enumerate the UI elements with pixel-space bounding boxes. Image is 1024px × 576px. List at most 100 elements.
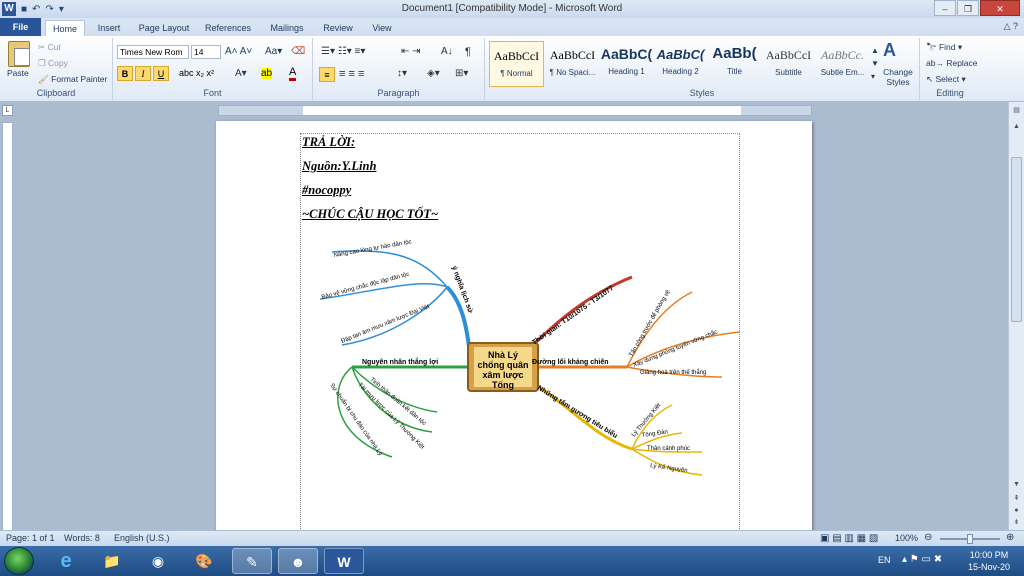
- italic-button[interactable]: I: [135, 66, 151, 81]
- doc-line-answer[interactable]: TRẢ LỜI:: [302, 135, 355, 150]
- format-painter-button[interactable]: 🖌 Format Painter: [38, 74, 107, 85]
- zoom-out-icon[interactable]: ⊖: [924, 532, 932, 543]
- guong-item-4: Lý Kế Nguyên: [650, 463, 688, 474]
- styles-scroll-icon[interactable]: ▲ ▼ ▾: [871, 44, 879, 83]
- ruler-toggle-icon[interactable]: ▤: [1011, 106, 1022, 116]
- zoom-level[interactable]: 100%: [895, 533, 918, 543]
- tab-selector-icon[interactable]: L: [2, 105, 13, 116]
- sort-button[interactable]: A↓: [441, 46, 453, 57]
- horizontal-ruler[interactable]: [218, 105, 812, 116]
- chrome-icon[interactable]: ◉: [138, 548, 178, 574]
- minimize-button[interactable]: –: [934, 0, 956, 16]
- tray-icons[interactable]: ▴ ⚑ ▭ ✖: [902, 554, 942, 565]
- ie-icon[interactable]: e: [46, 548, 86, 574]
- tab-references[interactable]: References: [200, 20, 256, 36]
- font-group: Times New Rom 14 A˄ A˅ Aa▾ ⌫ B I U abc x…: [113, 38, 313, 100]
- style-subtitle[interactable]: AaBbCcI Subtitle: [761, 41, 816, 87]
- font-name-select[interactable]: Times New Rom: [117, 45, 189, 59]
- tab-review[interactable]: Review: [318, 20, 358, 36]
- styles-group: AaBbCcI ¶ Normal AaBbCcI ¶ No Spaci... A…: [485, 38, 920, 100]
- next-page-icon[interactable]: ⇟: [1011, 518, 1022, 528]
- list-buttons[interactable]: ☰▾ ☷▾ ≡▾: [321, 46, 365, 57]
- restore-button[interactable]: ❐: [957, 0, 979, 16]
- doc-line-wish[interactable]: ~CHÚC CẬU HỌC TỐT~: [302, 207, 438, 222]
- tab-home[interactable]: Home: [45, 20, 85, 36]
- clock[interactable]: 10:00 PM 15-Nov-20: [968, 549, 1010, 573]
- font-color-button[interactable]: A: [289, 67, 297, 81]
- change-styles-button[interactable]: Change Styles: [881, 67, 915, 87]
- highlight-button[interactable]: ab: [261, 68, 273, 79]
- brush-icon: 🖌: [38, 74, 52, 84]
- paragraph-group: ☰▾ ☷▾ ≡▾ ⇤ ⇥ A↓ ¶ ≡ ≡ ≡ ≡ ↕▾ ◈▾ ⊞▾ Parag…: [313, 38, 485, 100]
- title-bar: W ■ ↶ ↷ ▾ Document1 [Compatibility Mode]…: [0, 0, 1024, 18]
- font-size-select[interactable]: 14: [191, 45, 221, 59]
- styles-label: Styles: [689, 88, 715, 98]
- center-line-4: Tống: [492, 380, 514, 390]
- shading-button[interactable]: ◈▾: [427, 68, 440, 79]
- tab-page-layout[interactable]: Page Layout: [134, 20, 194, 36]
- indent-buttons[interactable]: ⇤ ⇥: [401, 46, 421, 57]
- word-count[interactable]: Words: 8: [64, 533, 100, 543]
- align-left-button[interactable]: ≡: [319, 67, 335, 82]
- scroll-up-icon[interactable]: ▲: [1011, 122, 1022, 132]
- style-heading-1[interactable]: AaBbC( Heading 1: [599, 41, 654, 87]
- bold-button[interactable]: B: [117, 66, 133, 81]
- zoom-in-icon[interactable]: ⊕: [1006, 532, 1014, 543]
- style-title[interactable]: AaBb( Title: [707, 41, 762, 87]
- zoom-slider-thumb[interactable]: [967, 534, 973, 544]
- style-no-spacing[interactable]: AaBbCcI ¶ No Spaci...: [545, 41, 600, 87]
- vertical-ruler[interactable]: [2, 122, 13, 532]
- style-heading-2[interactable]: AaBbC( Heading 2: [653, 41, 708, 87]
- copy-button[interactable]: ❐ Copy: [38, 58, 68, 69]
- scrollbar-thumb[interactable]: [1011, 157, 1022, 322]
- clear-formatting-button[interactable]: ⌫: [291, 46, 305, 57]
- word-taskbar-icon[interactable]: W: [324, 548, 364, 574]
- doc-line-nocopy[interactable]: #nocoppy: [302, 183, 351, 198]
- center-line-2: chống quân: [478, 360, 529, 370]
- borders-button[interactable]: ⊞▾: [455, 68, 468, 79]
- show-marks-button[interactable]: ¶: [465, 46, 471, 58]
- underline-button[interactable]: U: [153, 66, 169, 81]
- document-page[interactable]: TRẢ LỜI: Nguồn:Y.Linh #nocoppy ~CHÚC CẬU…: [216, 121, 812, 530]
- view-buttons[interactable]: ▣ ▤ ▥ ▦ ▧: [820, 533, 878, 544]
- select-button[interactable]: ↖ Select ▾: [926, 74, 966, 85]
- tab-view[interactable]: View: [366, 20, 398, 36]
- input-language[interactable]: EN: [878, 555, 891, 565]
- app-icon-1[interactable]: ✎: [232, 548, 272, 574]
- text-effects-button[interactable]: A▾: [235, 68, 247, 79]
- document-area: TRẢ LỜI: Nguồn:Y.Linh #nocoppy ~CHÚC CẬU…: [16, 117, 1008, 530]
- page-count[interactable]: Page: 1 of 1: [6, 533, 55, 543]
- grow-font-button[interactable]: A˄ A˅: [225, 46, 252, 57]
- mindmap-image[interactable]: Nhà Lý chống quân xâm lược Tống ý nghĩa …: [312, 237, 742, 477]
- app-icon-2[interactable]: ☻: [278, 548, 318, 574]
- doc-line-source[interactable]: Nguồn:Y.Linh: [302, 159, 376, 174]
- paste-icon[interactable]: [8, 41, 30, 67]
- line-spacing-button[interactable]: ↕▾: [397, 68, 407, 79]
- start-button[interactable]: [4, 547, 34, 575]
- replace-button[interactable]: ab→ Replace: [926, 58, 978, 68]
- strike-sub-super-buttons[interactable]: abc x₂ x²: [179, 68, 214, 78]
- help-icon[interactable]: △ ?: [1004, 21, 1018, 32]
- paste-button[interactable]: Paste: [7, 68, 29, 78]
- cut-button[interactable]: ✂ Cut: [38, 42, 61, 53]
- scroll-down-icon[interactable]: ▼: [1011, 480, 1022, 490]
- tab-insert[interactable]: Insert: [90, 20, 128, 36]
- close-button[interactable]: ✕: [980, 0, 1020, 16]
- find-button[interactable]: 🔭 Find ▾: [926, 42, 962, 53]
- paint-icon[interactable]: 🎨: [184, 548, 224, 574]
- prev-page-icon[interactable]: ⇞: [1011, 494, 1022, 504]
- y-nghia-item-3: Đập tan âm mưu xâm lược Đại Việt: [341, 304, 431, 345]
- tab-mailings[interactable]: Mailings: [264, 20, 310, 36]
- status-bar: Page: 1 of 1 Words: 8 English (U.S.) ▣ ▤…: [0, 530, 1024, 546]
- language-status[interactable]: English (U.S.): [114, 533, 170, 543]
- style-subtle-emphasis[interactable]: AaBbCc. Subtle Em...: [815, 41, 870, 87]
- tab-file[interactable]: File: [0, 18, 41, 36]
- window-controls: – ❐ ✕: [933, 0, 1020, 16]
- align-buttons[interactable]: ≡ ≡ ≡: [339, 68, 364, 80]
- vertical-scrollbar[interactable]: ▤ ▲ ▼ ⇞ ● ⇟: [1008, 102, 1024, 530]
- style-normal[interactable]: AaBbCcI ¶ Normal: [489, 41, 544, 87]
- browse-object-icon[interactable]: ●: [1011, 506, 1022, 516]
- explorer-icon[interactable]: 📁: [92, 548, 132, 574]
- change-case-button[interactable]: Aa▾: [265, 46, 282, 57]
- branch-guong: Những tấm gương tiêu biểu: [536, 384, 619, 440]
